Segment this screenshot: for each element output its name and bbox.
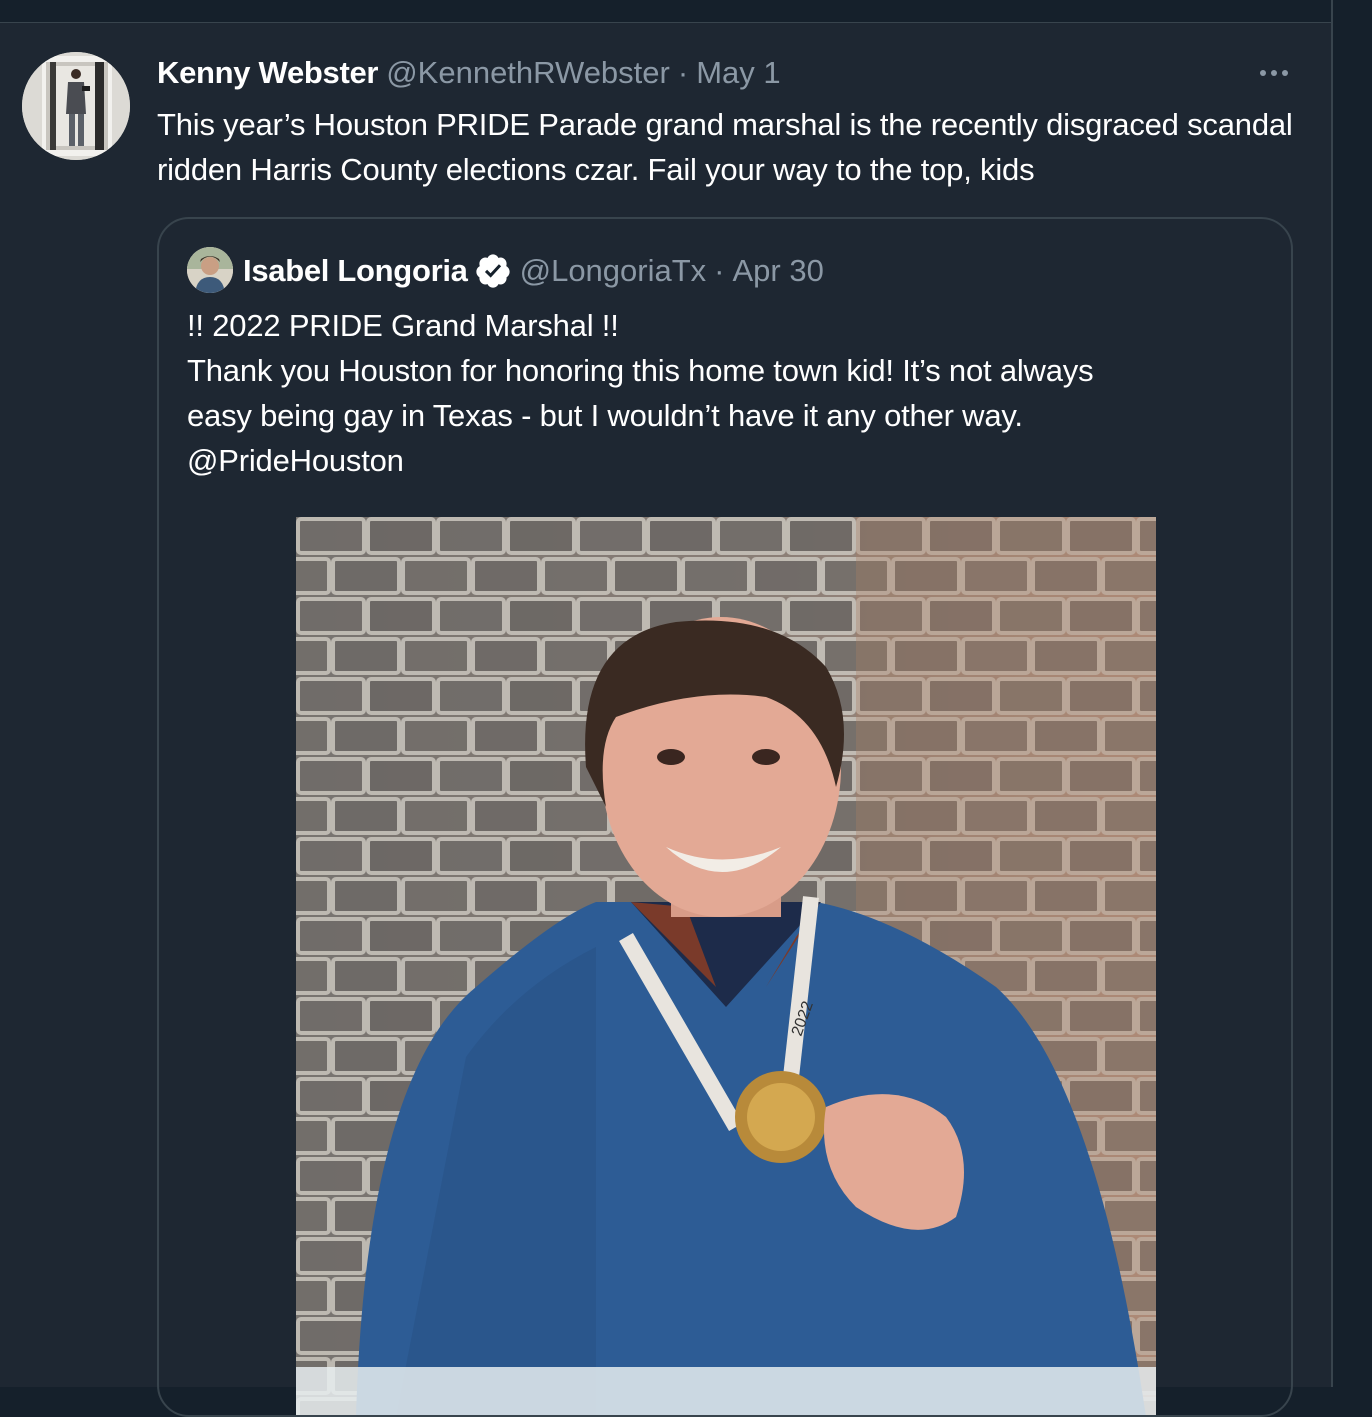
quoted-tweet[interactable]: Isabel Longoria @LongoriaTx · Apr 30 !! … bbox=[157, 217, 1293, 1417]
more-dot bbox=[1271, 70, 1277, 76]
quoted-text-line: easy being gay in Texas - but I wouldn’t… bbox=[187, 398, 1023, 433]
more-options-icon[interactable] bbox=[1252, 58, 1296, 88]
author-avatar-image bbox=[22, 52, 130, 160]
more-dot bbox=[1260, 70, 1266, 76]
quoted-text-line: !! 2022 PRIDE Grand Marshal !! bbox=[187, 308, 619, 343]
photo-image: 2022 bbox=[296, 517, 1156, 1415]
quoted-tweet-photo[interactable]: 2022 bbox=[296, 517, 1156, 1415]
mention-link[interactable]: @PrideHouston bbox=[187, 438, 1267, 483]
quoted-text-line: Thank you Houston for honoring this home… bbox=[187, 353, 1094, 388]
tweet-header: Kenny Webster @KennethRWebster · May 1 bbox=[157, 53, 781, 93]
verified-badge-icon bbox=[474, 252, 512, 290]
quoted-author-name[interactable]: Isabel Longoria bbox=[243, 253, 468, 289]
quoted-tweet-date[interactable]: Apr 30 bbox=[733, 253, 824, 289]
tweet-text: This year’s Houston PRIDE Parade grand m… bbox=[157, 107, 1293, 187]
more-dot bbox=[1282, 70, 1288, 76]
author-avatar[interactable] bbox=[22, 52, 130, 160]
separator-dot: · bbox=[714, 253, 725, 288]
quoted-tweet-text: !! 2022 PRIDE Grand Marshal !! Thank you… bbox=[187, 303, 1267, 483]
author-handle[interactable]: @KennethRWebster bbox=[386, 55, 670, 91]
tweet-date[interactable]: May 1 bbox=[696, 55, 780, 91]
quoted-tweet-header: Isabel Longoria @LongoriaTx · Apr 30 bbox=[243, 249, 824, 293]
author-name[interactable]: Kenny Webster bbox=[157, 55, 379, 91]
top-bar bbox=[0, 0, 1332, 23]
quoted-author-avatar[interactable] bbox=[187, 247, 233, 293]
quoted-avatar-image bbox=[187, 247, 233, 293]
separator-dot: · bbox=[677, 55, 689, 90]
quoted-author-handle[interactable]: @LongoriaTx bbox=[520, 253, 707, 289]
right-sidebar-strip bbox=[1333, 0, 1372, 1387]
